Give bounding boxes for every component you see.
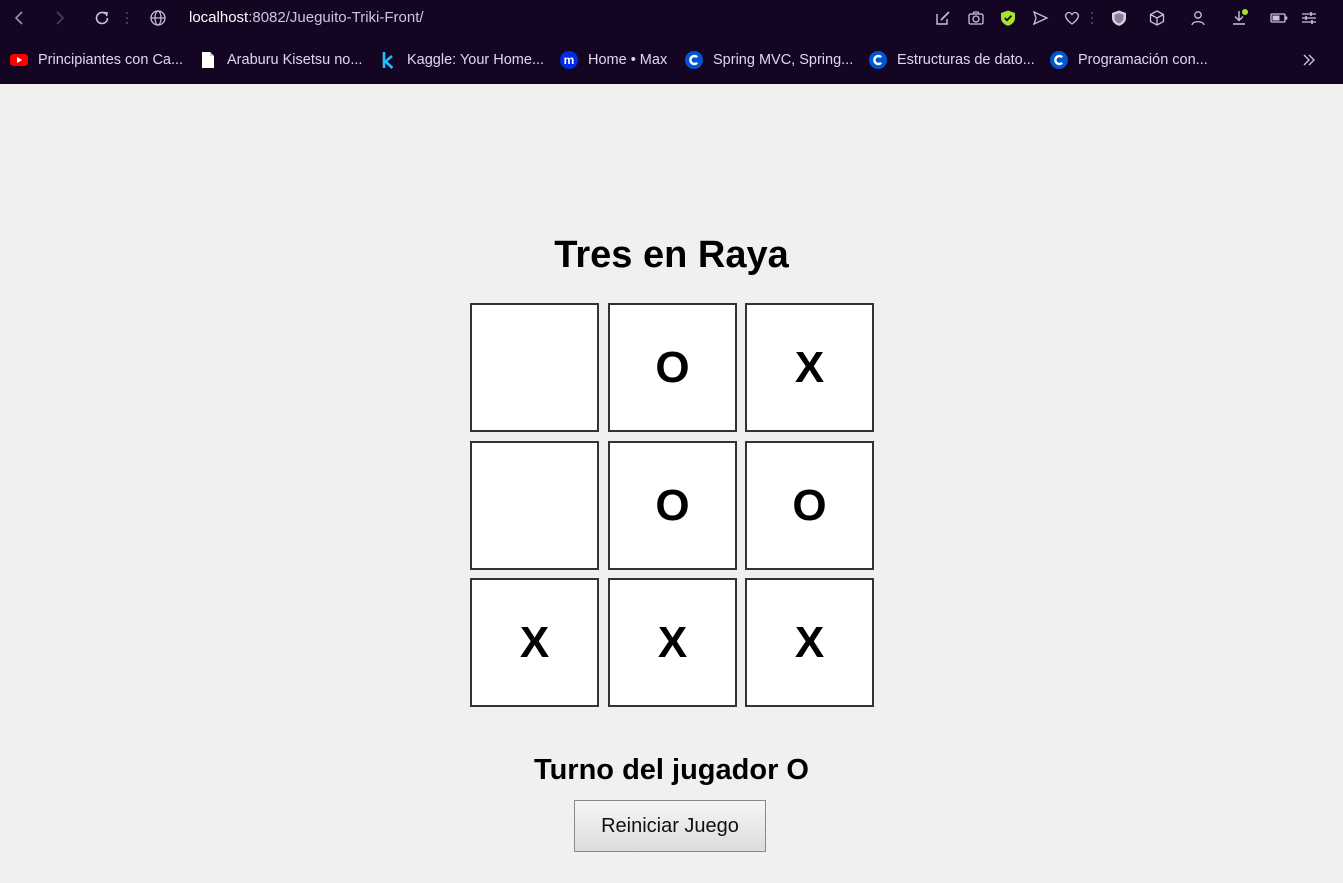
toolbar-separator xyxy=(126,12,128,24)
game-board: O X O O X X X xyxy=(470,303,874,707)
bookmark-item[interactable]: Araburu Kisetsu no... xyxy=(199,51,362,69)
bookmark-item[interactable]: Spring MVC, Spring... xyxy=(685,51,853,69)
bookmark-item[interactable]: Kaggle: Your Home... xyxy=(379,51,544,69)
coursera-icon xyxy=(685,51,703,69)
url-host: localhost xyxy=(189,9,249,26)
back-icon[interactable] xyxy=(10,9,28,27)
forward-icon[interactable] xyxy=(51,9,69,27)
board-cell[interactable]: X xyxy=(745,578,874,707)
address-bar[interactable]: localhost:8082/Jueguito-Triki-Front/ xyxy=(189,9,424,27)
edit-page-icon[interactable] xyxy=(934,9,952,27)
max-icon: m xyxy=(560,51,578,69)
cube-icon[interactable] xyxy=(1148,9,1166,27)
chevron-double-right-icon[interactable] xyxy=(1300,51,1318,69)
bookmark-label: Home • Max xyxy=(588,52,668,68)
bookmark-label: Spring MVC, Spring... xyxy=(713,52,854,68)
reload-icon[interactable] xyxy=(93,9,111,27)
send-icon[interactable] xyxy=(1031,9,1049,27)
bookmark-label: Kaggle: Your Home... xyxy=(407,52,545,68)
coursera-icon xyxy=(869,51,887,69)
browser-chrome: localhost:8082/Jueguito-Triki-Front/ Pri… xyxy=(0,0,1343,84)
battery-saver-icon[interactable] xyxy=(1270,9,1288,27)
board-cell[interactable]: X xyxy=(745,303,874,432)
browser-toolbar: localhost:8082/Jueguito-Triki-Front/ xyxy=(0,0,1343,37)
easy-setup-icon[interactable] xyxy=(1300,9,1318,27)
bookmarks-bar: Principiantes con Ca... Araburu Kisetsu … xyxy=(0,44,1343,76)
board-cell[interactable]: O xyxy=(745,441,874,570)
board-cell[interactable]: X xyxy=(608,578,737,707)
camera-icon[interactable] xyxy=(967,9,985,27)
download-icon[interactable] xyxy=(1230,9,1248,27)
board-cell[interactable]: X xyxy=(470,578,599,707)
bookmark-item[interactable]: Principiantes con Ca... xyxy=(10,51,183,69)
bookmark-item[interactable]: Programación con... xyxy=(1050,51,1208,69)
kaggle-icon xyxy=(379,51,397,69)
page-title: Tres en Raya xyxy=(554,234,789,276)
bookmark-item[interactable]: m Home • Max xyxy=(560,51,667,69)
turn-status: Turno del jugador O xyxy=(534,754,809,786)
bookmark-label: Araburu Kisetsu no... xyxy=(227,52,363,68)
toolbar-separator xyxy=(1091,12,1093,24)
profile-icon[interactable] xyxy=(1189,9,1207,27)
heart-icon[interactable] xyxy=(1063,9,1081,27)
document-icon xyxy=(199,51,217,69)
board-cell[interactable] xyxy=(470,303,599,432)
reset-game-button[interactable]: Reiniciar Juego xyxy=(574,800,766,852)
adblock-shield-icon[interactable] xyxy=(999,9,1017,27)
vpn-shield-icon[interactable] xyxy=(1110,9,1128,27)
globe-icon[interactable] xyxy=(149,9,167,27)
bookmark-label: Principiantes con Ca... xyxy=(38,52,184,68)
bookmark-label: Programación con... xyxy=(1078,52,1208,68)
board-cell[interactable] xyxy=(470,441,599,570)
youtube-icon xyxy=(10,51,28,69)
board-cell[interactable]: O xyxy=(608,441,737,570)
bookmark-label: Estructuras de dato... xyxy=(897,52,1035,68)
bookmark-item[interactable]: Estructuras de dato... xyxy=(869,51,1035,69)
svg-text:m: m xyxy=(564,53,575,67)
board-cell[interactable]: O xyxy=(608,303,737,432)
coursera-icon xyxy=(1050,51,1068,69)
url-path: :8082/Jueguito-Triki-Front/ xyxy=(248,9,424,26)
